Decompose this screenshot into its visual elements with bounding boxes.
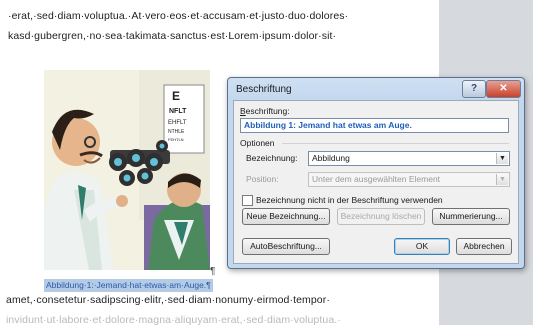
caption-dialog: Beschriftung ? ✕ Beschriftung: Abbildung… bbox=[227, 77, 525, 269]
dialog-title: Beschriftung bbox=[236, 84, 292, 95]
caption-field-label: Beschriftung: bbox=[240, 106, 290, 116]
svg-text:NFLT: NFLT bbox=[169, 108, 187, 115]
text-line[interactable]: ·erat,·sed·diam·voluptua.·At·vero·eos·et… bbox=[8, 10, 348, 22]
numbering-button[interactable]: Nummerierung... bbox=[432, 208, 510, 225]
svg-text:FEHTLN: FEHTLN bbox=[168, 137, 184, 142]
exclude-label-checkbox[interactable] bbox=[242, 195, 253, 206]
paragraph-mark: ¶ bbox=[210, 266, 216, 277]
chevron-down-icon[interactable]: ▼ bbox=[496, 153, 508, 164]
position-select[interactable]: Unter dem ausgewählten Element ▼ bbox=[308, 172, 510, 187]
delete-label-button[interactable]: Bezeichnung löschen bbox=[337, 208, 425, 225]
text-line[interactable]: invidunt·ut·labore·et·dolore·magna·aliqu… bbox=[6, 314, 341, 326]
text-line[interactable]: amet,·consetetur·sadipscing·elitr,·sed·d… bbox=[6, 294, 330, 306]
options-separator bbox=[282, 143, 509, 144]
label-select[interactable]: Abbildung ▼ bbox=[308, 151, 510, 166]
text-line[interactable]: kasd·gubergren,·no·sea·takimata·sanctus·… bbox=[8, 30, 336, 42]
autocaption-button[interactable]: AutoBeschriftung... bbox=[242, 238, 330, 255]
label-field-label: Bezeichnung: bbox=[246, 153, 298, 163]
caption-input[interactable]: Abbildung 1: Jemand hat etwas am Auge. bbox=[240, 118, 509, 133]
help-button[interactable]: ? bbox=[462, 80, 486, 98]
options-group-label: Optionen bbox=[240, 138, 275, 148]
ok-button[interactable]: OK bbox=[394, 238, 450, 255]
close-button[interactable]: ✕ bbox=[486, 80, 521, 98]
position-field-label: Position: bbox=[246, 174, 279, 184]
svg-text:E: E bbox=[172, 89, 180, 103]
cancel-button[interactable]: Abbrechen bbox=[456, 238, 512, 255]
selected-caption-text[interactable]: Abbildung·1:·Jemand·hat·etwas·am·Auge.¶ bbox=[44, 279, 213, 292]
svg-text:EHFLT: EHFLT bbox=[168, 120, 187, 126]
new-label-button[interactable]: Neue Bezeichnung... bbox=[242, 208, 330, 225]
label-select-value: Abbildung bbox=[312, 153, 350, 163]
chevron-down-icon[interactable]: ▼ bbox=[496, 174, 508, 185]
svg-text:NTHLE: NTHLE bbox=[168, 129, 185, 135]
eye-exam-clipart[interactable]: E NFLT EHFLT NTHLE FEHTLN bbox=[44, 70, 210, 270]
dialog-body: Beschriftung: Abbildung 1: Jemand hat et… bbox=[233, 100, 519, 264]
position-select-value: Unter dem ausgewählten Element bbox=[312, 174, 441, 184]
exclude-label-checkbox-label[interactable]: Bezeichnung nicht in der Beschriftung ve… bbox=[256, 195, 443, 205]
